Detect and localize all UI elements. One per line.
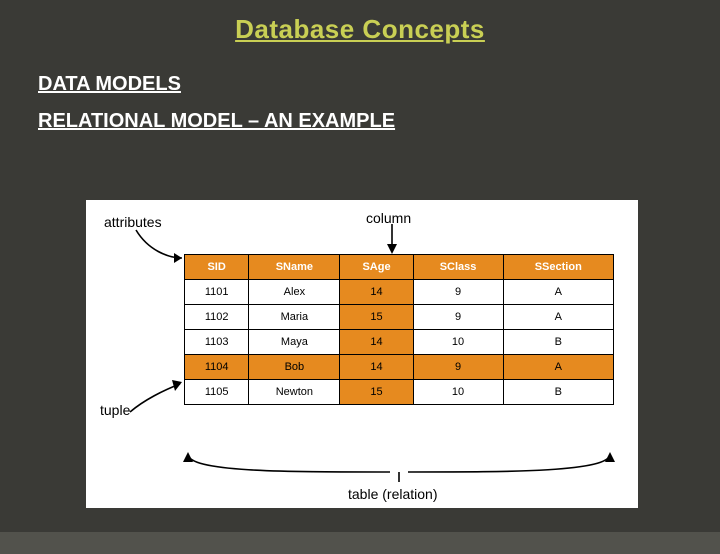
table-cell: 10 [413,330,503,355]
slide: Database Concepts DATA MODELS RELATIONAL… [0,14,720,554]
table-cell: 15 [340,305,413,330]
arrow-column-icon [382,224,402,256]
table-cell: A [503,280,613,305]
table-cell: 1105 [185,380,249,405]
col-header: SClass [413,255,503,280]
table-cell: B [503,380,613,405]
table-cell: Maria [249,305,340,330]
table-cell: 1102 [185,305,249,330]
table-cell: 9 [413,305,503,330]
col-header: SName [249,255,340,280]
section-heading: DATA MODELS [38,73,720,96]
col-header: SAge [340,255,413,280]
sub-heading: RELATIONAL MODEL – AN EXAMPLE [38,110,720,133]
table-row: 1102Maria159A [185,305,614,330]
table-cell: 15 [340,380,413,405]
col-header: SID [185,255,249,280]
table-cell: A [503,355,613,380]
table-cell: 1104 [185,355,249,380]
table-cell: 1103 [185,330,249,355]
table-cell: Alex [249,280,340,305]
table-cell: Bob [249,355,340,380]
table-cell: Newton [249,380,340,405]
table-cell: Maya [249,330,340,355]
arrow-table-relation-icon [182,448,616,488]
table-row: 1101Alex149A [185,280,614,305]
table-cell: 1101 [185,280,249,305]
col-header: SSection [503,255,613,280]
table-cell: 9 [413,280,503,305]
table-cell: 10 [413,380,503,405]
relation-table: SID SName SAge SClass SSection 1101Alex1… [184,254,614,405]
arrow-tuple-icon [120,376,190,416]
table-cell: 14 [340,355,413,380]
label-table-relation: table (relation) [348,486,438,502]
page-title: Database Concepts [0,14,720,45]
table-header-row: SID SName SAge SClass SSection [185,255,614,280]
table-row: 1104Bob149A [185,355,614,380]
table-cell: 9 [413,355,503,380]
table-row: 1105Newton1510B [185,380,614,405]
table-cell: A [503,305,613,330]
table-cell: 14 [340,330,413,355]
diagram-panel: attributes column tuple table (relation) [86,200,638,508]
table-row: 1103Maya1410B [185,330,614,355]
table-body: 1101Alex149A1102Maria159A1103Maya1410B11… [185,280,614,405]
table-cell: 14 [340,280,413,305]
footer-band [0,532,720,554]
table-cell: B [503,330,613,355]
